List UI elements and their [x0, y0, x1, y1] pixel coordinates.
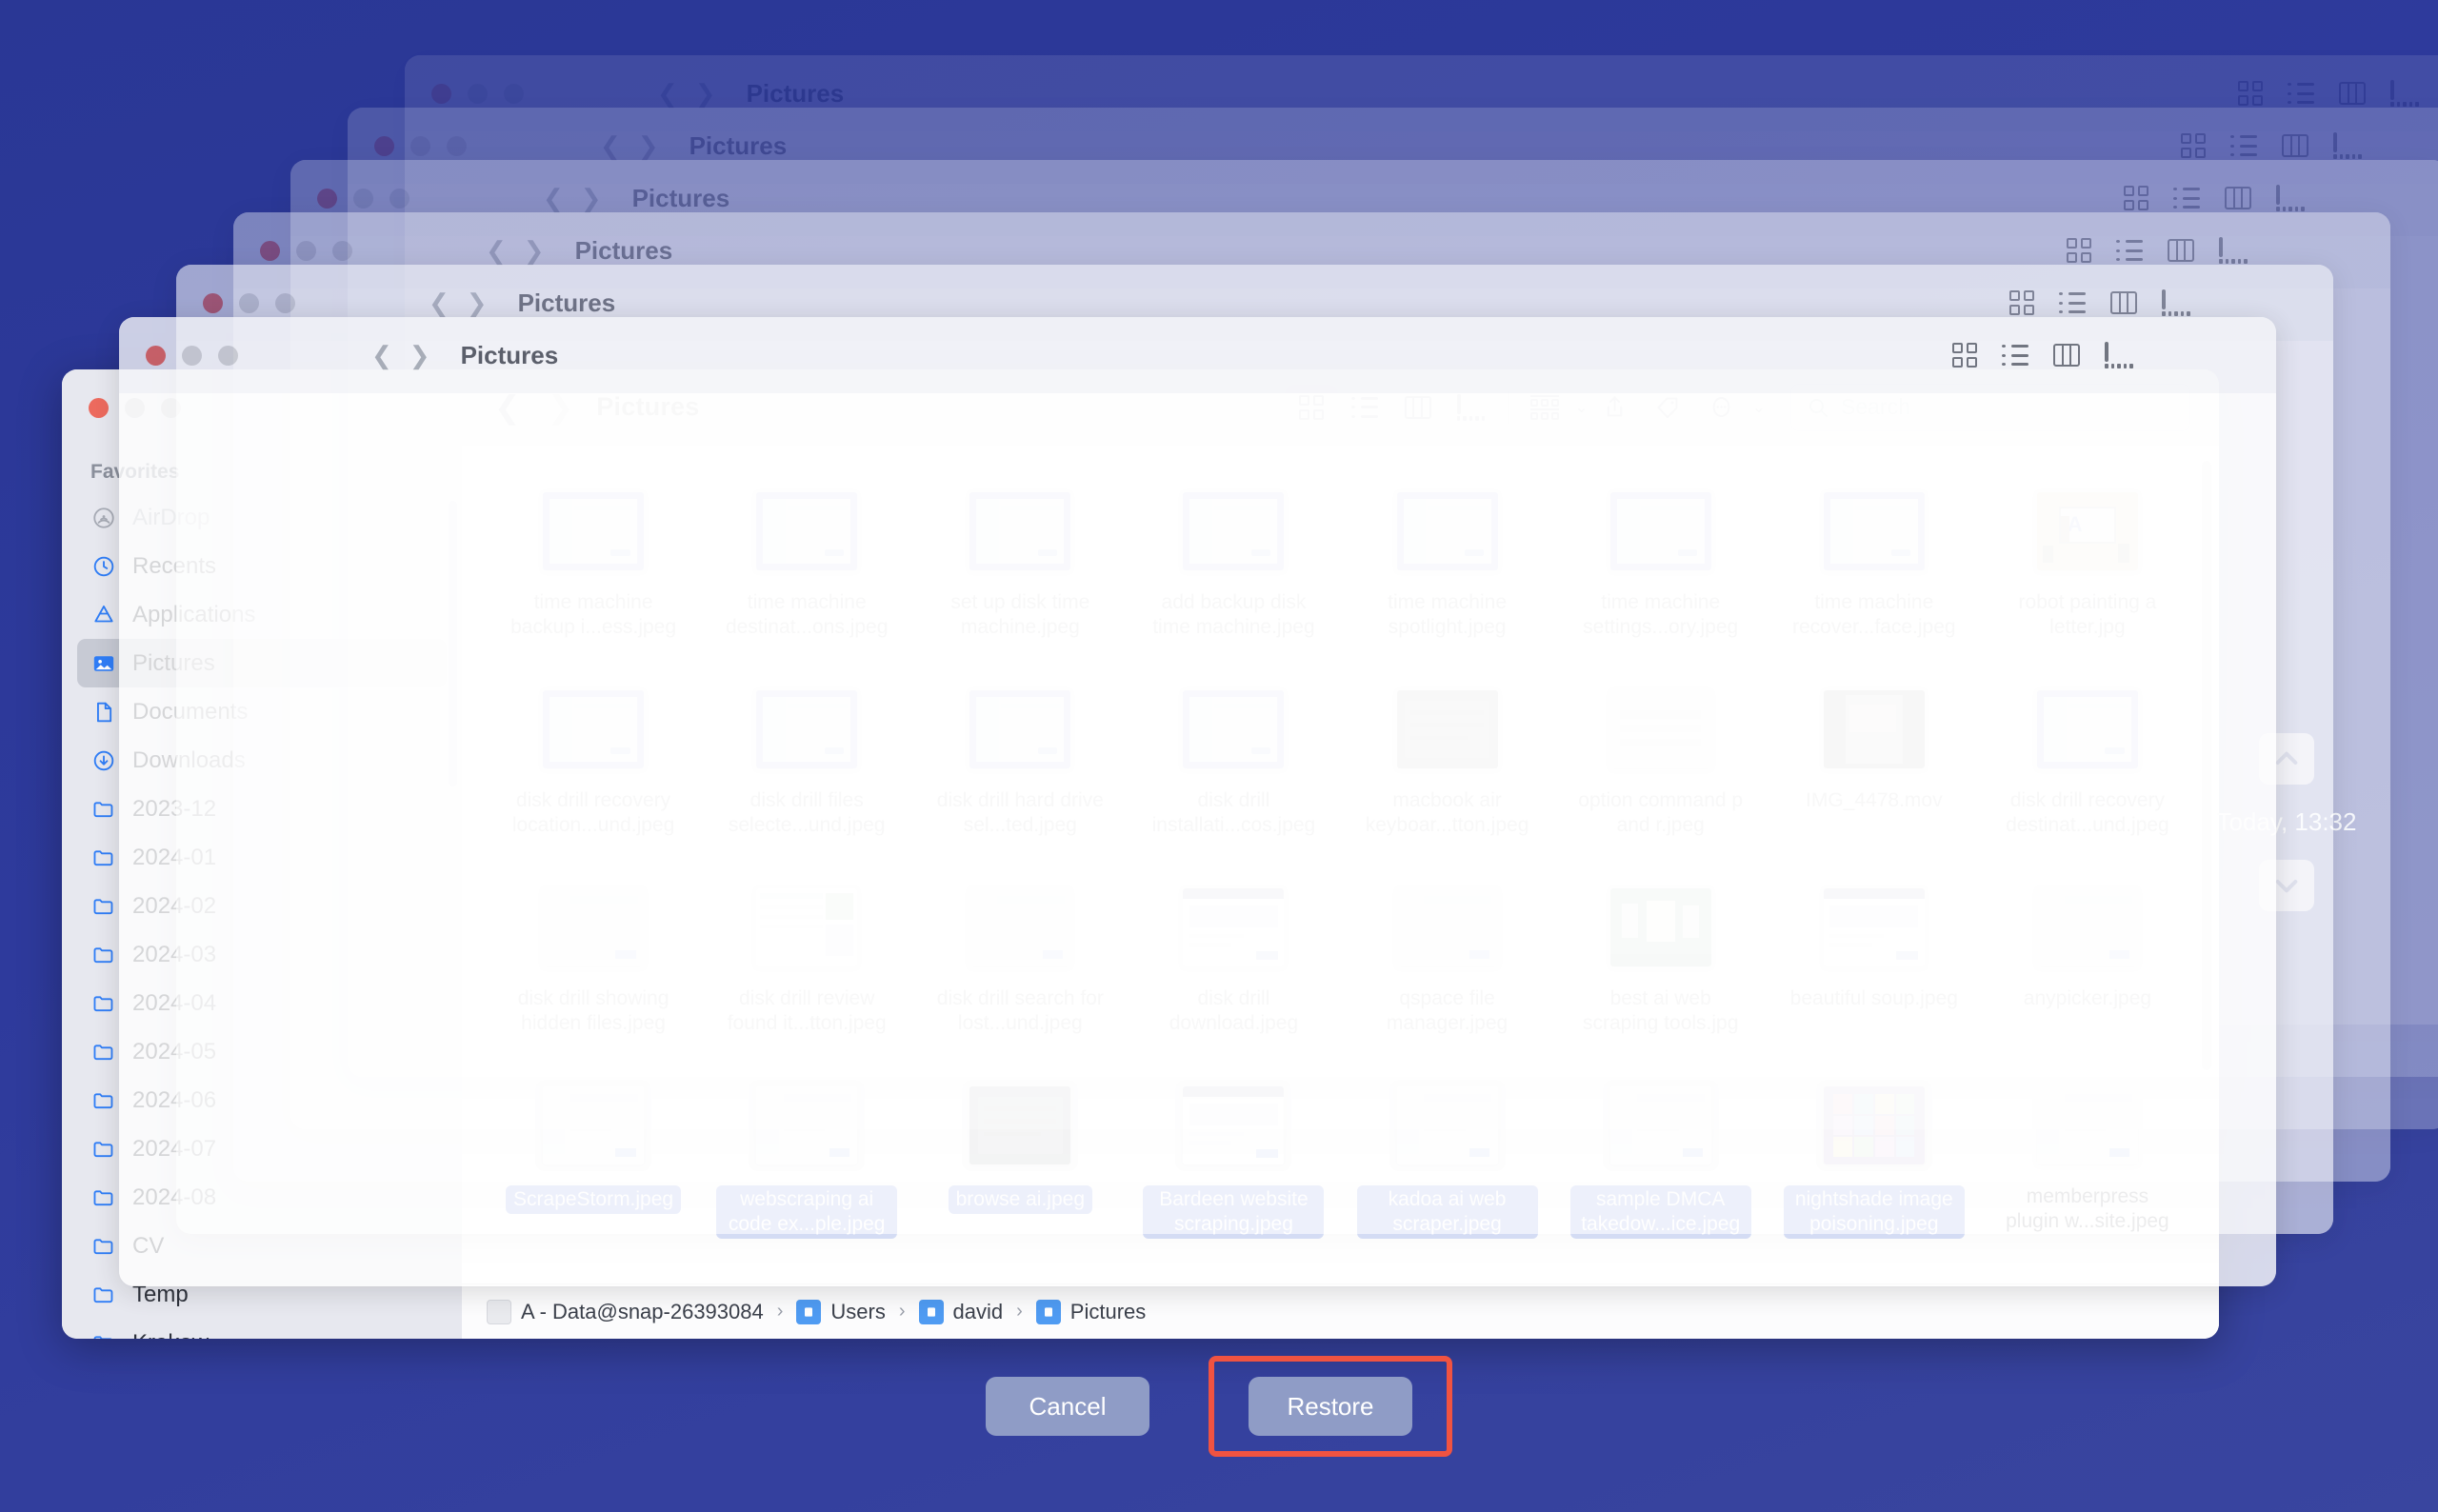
pictures-icon: [90, 650, 117, 677]
dialog-footer: Cancel Restore: [0, 1356, 2438, 1457]
ghost-nav: ❮ ❯ Pictures: [486, 235, 673, 265]
time-machine-restore-screen: ❮ ❯ Pictures ❮ ❯ Pictures ❮ ❯ Pictures ❮…: [0, 0, 2438, 1512]
breadcrumb-separator: ›: [898, 1301, 906, 1322]
ghost-window-title: Pictures: [574, 235, 673, 265]
clock-icon: [90, 553, 117, 580]
ghost-nav: ❮ ❯ Pictures: [600, 130, 788, 160]
breadcrumb-label: david: [952, 1299, 1004, 1323]
users-folder-icon: [796, 1299, 822, 1324]
close-button[interactable]: [89, 397, 109, 418]
ghost-toolbar-icons: [2067, 237, 2248, 264]
applications-icon: [90, 602, 117, 628]
breadcrumb-item[interactable]: A - Data@snap-26393084: [487, 1299, 764, 1324]
breadcrumb: A - Data@snap-26393084 › Users › david › Pi…: [462, 1283, 2219, 1339]
ghost-traffic-lights: [203, 292, 295, 313]
breadcrumb-item[interactable]: Users: [796, 1299, 886, 1324]
folder-icon: [90, 893, 117, 920]
folder-icon: [90, 990, 117, 1017]
pictures-folder-icon: [1035, 1299, 1061, 1324]
restore-button-highlight: Restore: [1209, 1356, 1452, 1457]
ghost-nav: ❮ ❯ Pictures: [543, 183, 730, 212]
sidebar-item-label: Krakow: [132, 1330, 209, 1340]
folder-icon: [90, 1184, 117, 1211]
ghost-toolbar-icons: [2009, 289, 2190, 316]
folder-icon: [90, 845, 117, 871]
ghost-nav: ❮ ❯ Pictures: [657, 78, 845, 108]
ghost-toolbar-icons: [2238, 80, 2419, 107]
ghost-toolbar-icons: [2124, 185, 2305, 211]
folder-icon: [90, 1136, 117, 1163]
folder-icon: [90, 796, 117, 823]
folder-icon: [90, 1087, 117, 1114]
folder-icon: [90, 942, 117, 968]
home-folder-icon: [918, 1299, 944, 1324]
sidebar-item-krakow[interactable]: Krakow: [77, 1319, 447, 1339]
folder-icon: [90, 1282, 117, 1308]
download-icon: [90, 747, 117, 774]
folder-icon: [90, 1233, 117, 1260]
airdrop-icon: [90, 505, 117, 531]
ghost-toolbar: ❮ ❯ Pictures: [119, 317, 2276, 393]
folder-icon: [90, 1039, 117, 1065]
ghost-traffic-lights: [374, 135, 467, 156]
ghost-window-title: Pictures: [689, 130, 788, 160]
breadcrumb-separator: ›: [776, 1301, 784, 1322]
ghost-window-title: Pictures: [631, 183, 730, 212]
breadcrumb-item[interactable]: david: [918, 1299, 1004, 1324]
document-icon: [90, 699, 117, 726]
breadcrumb-label: A - Data@snap-26393084: [521, 1299, 764, 1323]
ghost-traffic-lights: [317, 188, 410, 209]
ghost-traffic-lights: [146, 345, 238, 366]
disk-icon: [487, 1299, 511, 1324]
ghost-traffic-lights: [260, 240, 352, 261]
breadcrumb-separator: ›: [1016, 1301, 1023, 1322]
ghost-nav: ❮ ❯ Pictures: [429, 288, 616, 317]
ghost-traffic-lights: [431, 83, 524, 104]
breadcrumb-label: Users: [830, 1299, 886, 1323]
breadcrumb-label: Pictures: [1069, 1299, 1147, 1323]
ghost-window: ❮ ❯ Pictures: [119, 317, 2276, 1286]
ghost-window-title: Pictures: [517, 288, 616, 317]
folder-icon: [90, 1330, 117, 1339]
ghost-toolbar-icons: [1952, 342, 2133, 368]
restore-button[interactable]: Restore: [1249, 1377, 1412, 1436]
ghost-window-title: Pictures: [460, 340, 559, 369]
ghost-window-title: Pictures: [746, 78, 845, 108]
ghost-toolbar-icons: [2181, 132, 2362, 159]
breadcrumb-item[interactable]: Pictures: [1035, 1299, 1147, 1324]
ghost-nav: ❮ ❯ Pictures: [371, 340, 559, 369]
cancel-button[interactable]: Cancel: [986, 1377, 1149, 1436]
